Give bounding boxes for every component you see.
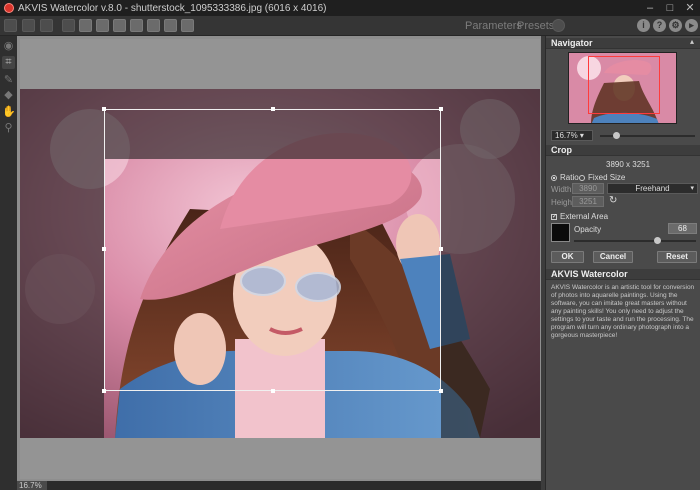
- close-button[interactable]: ✕: [684, 2, 696, 14]
- tab-presets[interactable]: Presets: [517, 20, 554, 32]
- fixed-size-radio[interactable]: [579, 175, 585, 181]
- share-icon[interactable]: [79, 19, 92, 32]
- settings-icon[interactable]: ⚙: [669, 19, 682, 32]
- help-icon[interactable]: ?: [653, 19, 666, 32]
- stroke-tool-icon[interactable]: ✎: [2, 74, 15, 87]
- collapse-icon[interactable]: ▴: [690, 37, 694, 46]
- swap-icon[interactable]: ↻: [609, 195, 617, 206]
- batch-icon[interactable]: [40, 19, 53, 32]
- presets-add-icon[interactable]: [552, 19, 565, 32]
- crop-mode-dropdown[interactable]: Freehand ▾: [607, 183, 698, 194]
- crop-handle[interactable]: [102, 389, 106, 393]
- cancel-button[interactable]: Cancel: [593, 251, 633, 263]
- crop-frame[interactable]: [102, 107, 443, 393]
- app-icon: [4, 3, 14, 13]
- crop-handle[interactable]: [102, 247, 106, 251]
- run-icon[interactable]: [147, 19, 160, 32]
- crop-header: Crop: [546, 145, 700, 156]
- navigator-header: Navigator: [546, 38, 700, 49]
- height-field[interactable]: 3251: [572, 196, 604, 207]
- ok-button[interactable]: OK: [551, 251, 584, 263]
- more-icon[interactable]: ▸: [685, 19, 698, 32]
- info-text: AKVIS Watercolor is an artistic tool for…: [551, 284, 695, 339]
- fixed-size-label: Fixed Size: [588, 173, 626, 182]
- window-title: AKVIS Watercolor v.8.0 - shutterstock_10…: [18, 2, 327, 14]
- save-icon[interactable]: [22, 19, 35, 32]
- opacity-label: Opacity: [574, 225, 602, 234]
- eye-icon[interactable]: ◉: [2, 40, 15, 53]
- width-label: Width: [551, 185, 572, 194]
- zoom-dropdown[interactable]: 16.7% ▾: [551, 130, 593, 141]
- navigator-view-frame[interactable]: [588, 56, 660, 114]
- external-area-left: [20, 159, 104, 438]
- height-label: Height: [551, 198, 575, 207]
- eraser-tool-icon[interactable]: ◆: [2, 89, 15, 102]
- width-field[interactable]: 3890: [572, 183, 604, 194]
- tools-panel: ◉ ⌗ ✎ ◆ ✋ ⚲: [0, 36, 17, 490]
- print-icon[interactable]: [62, 19, 75, 32]
- info-header: AKVIS Watercolor: [546, 269, 700, 280]
- main-toolbar: Parameters Presets i ? ⚙ ▸: [0, 16, 700, 36]
- crop-handle[interactable]: [271, 389, 275, 393]
- before-icon[interactable]: [130, 19, 143, 32]
- apply-icon[interactable]: [164, 19, 177, 32]
- opacity-slider[interactable]: [574, 240, 696, 242]
- preferences-icon[interactable]: [181, 19, 194, 32]
- redo-icon[interactable]: [113, 19, 126, 32]
- zoom-slider-knob[interactable]: [613, 132, 620, 139]
- zoom-status: 16.7%: [17, 481, 47, 490]
- zoom-tool-icon[interactable]: ⚲: [2, 122, 15, 135]
- opacity-slider-knob[interactable]: [653, 237, 661, 244]
- info-icon[interactable]: i: [637, 19, 650, 32]
- crop-handle[interactable]: [102, 107, 106, 111]
- chevron-down-icon: ▾: [690, 185, 694, 192]
- undo-icon[interactable]: [96, 19, 109, 32]
- navigator-preview[interactable]: [568, 52, 677, 124]
- image-canvas[interactable]: [17, 36, 541, 481]
- external-area-label: External Area: [560, 212, 609, 221]
- canvas-workspace: [20, 39, 540, 479]
- external-color-swatch[interactable]: [551, 223, 570, 242]
- crop-tool-icon[interactable]: ⌗: [2, 56, 15, 69]
- external-area-checkbox[interactable]: ✓: [551, 214, 557, 220]
- crop-handle[interactable]: [439, 247, 443, 251]
- crop-handle[interactable]: [439, 107, 443, 111]
- status-bar: 16.7%: [17, 481, 541, 490]
- open-icon[interactable]: [4, 19, 17, 32]
- crop-handle[interactable]: [439, 389, 443, 393]
- crop-mode-value: Freehand: [635, 184, 670, 193]
- external-area-right: [441, 159, 540, 438]
- tab-parameters[interactable]: Parameters: [465, 20, 522, 32]
- crop-size: 3890 x 3251: [606, 160, 651, 169]
- opacity-value[interactable]: 68: [668, 223, 697, 234]
- reset-button[interactable]: Reset: [657, 251, 697, 263]
- title-bar: AKVIS Watercolor v.8.0 - shutterstock_10…: [0, 0, 700, 16]
- crop-handle[interactable]: [271, 107, 275, 111]
- ratio-label: Ratio: [560, 173, 579, 182]
- maximize-button[interactable]: □: [664, 2, 676, 14]
- settings-panel: Navigator ▴ 16.7% ▾ Crop 3890 x 3251 Rat…: [545, 36, 700, 490]
- minimize-button[interactable]: –: [644, 2, 656, 14]
- ratio-radio[interactable]: [551, 175, 557, 181]
- hand-tool-icon[interactable]: ✋: [2, 106, 16, 119]
